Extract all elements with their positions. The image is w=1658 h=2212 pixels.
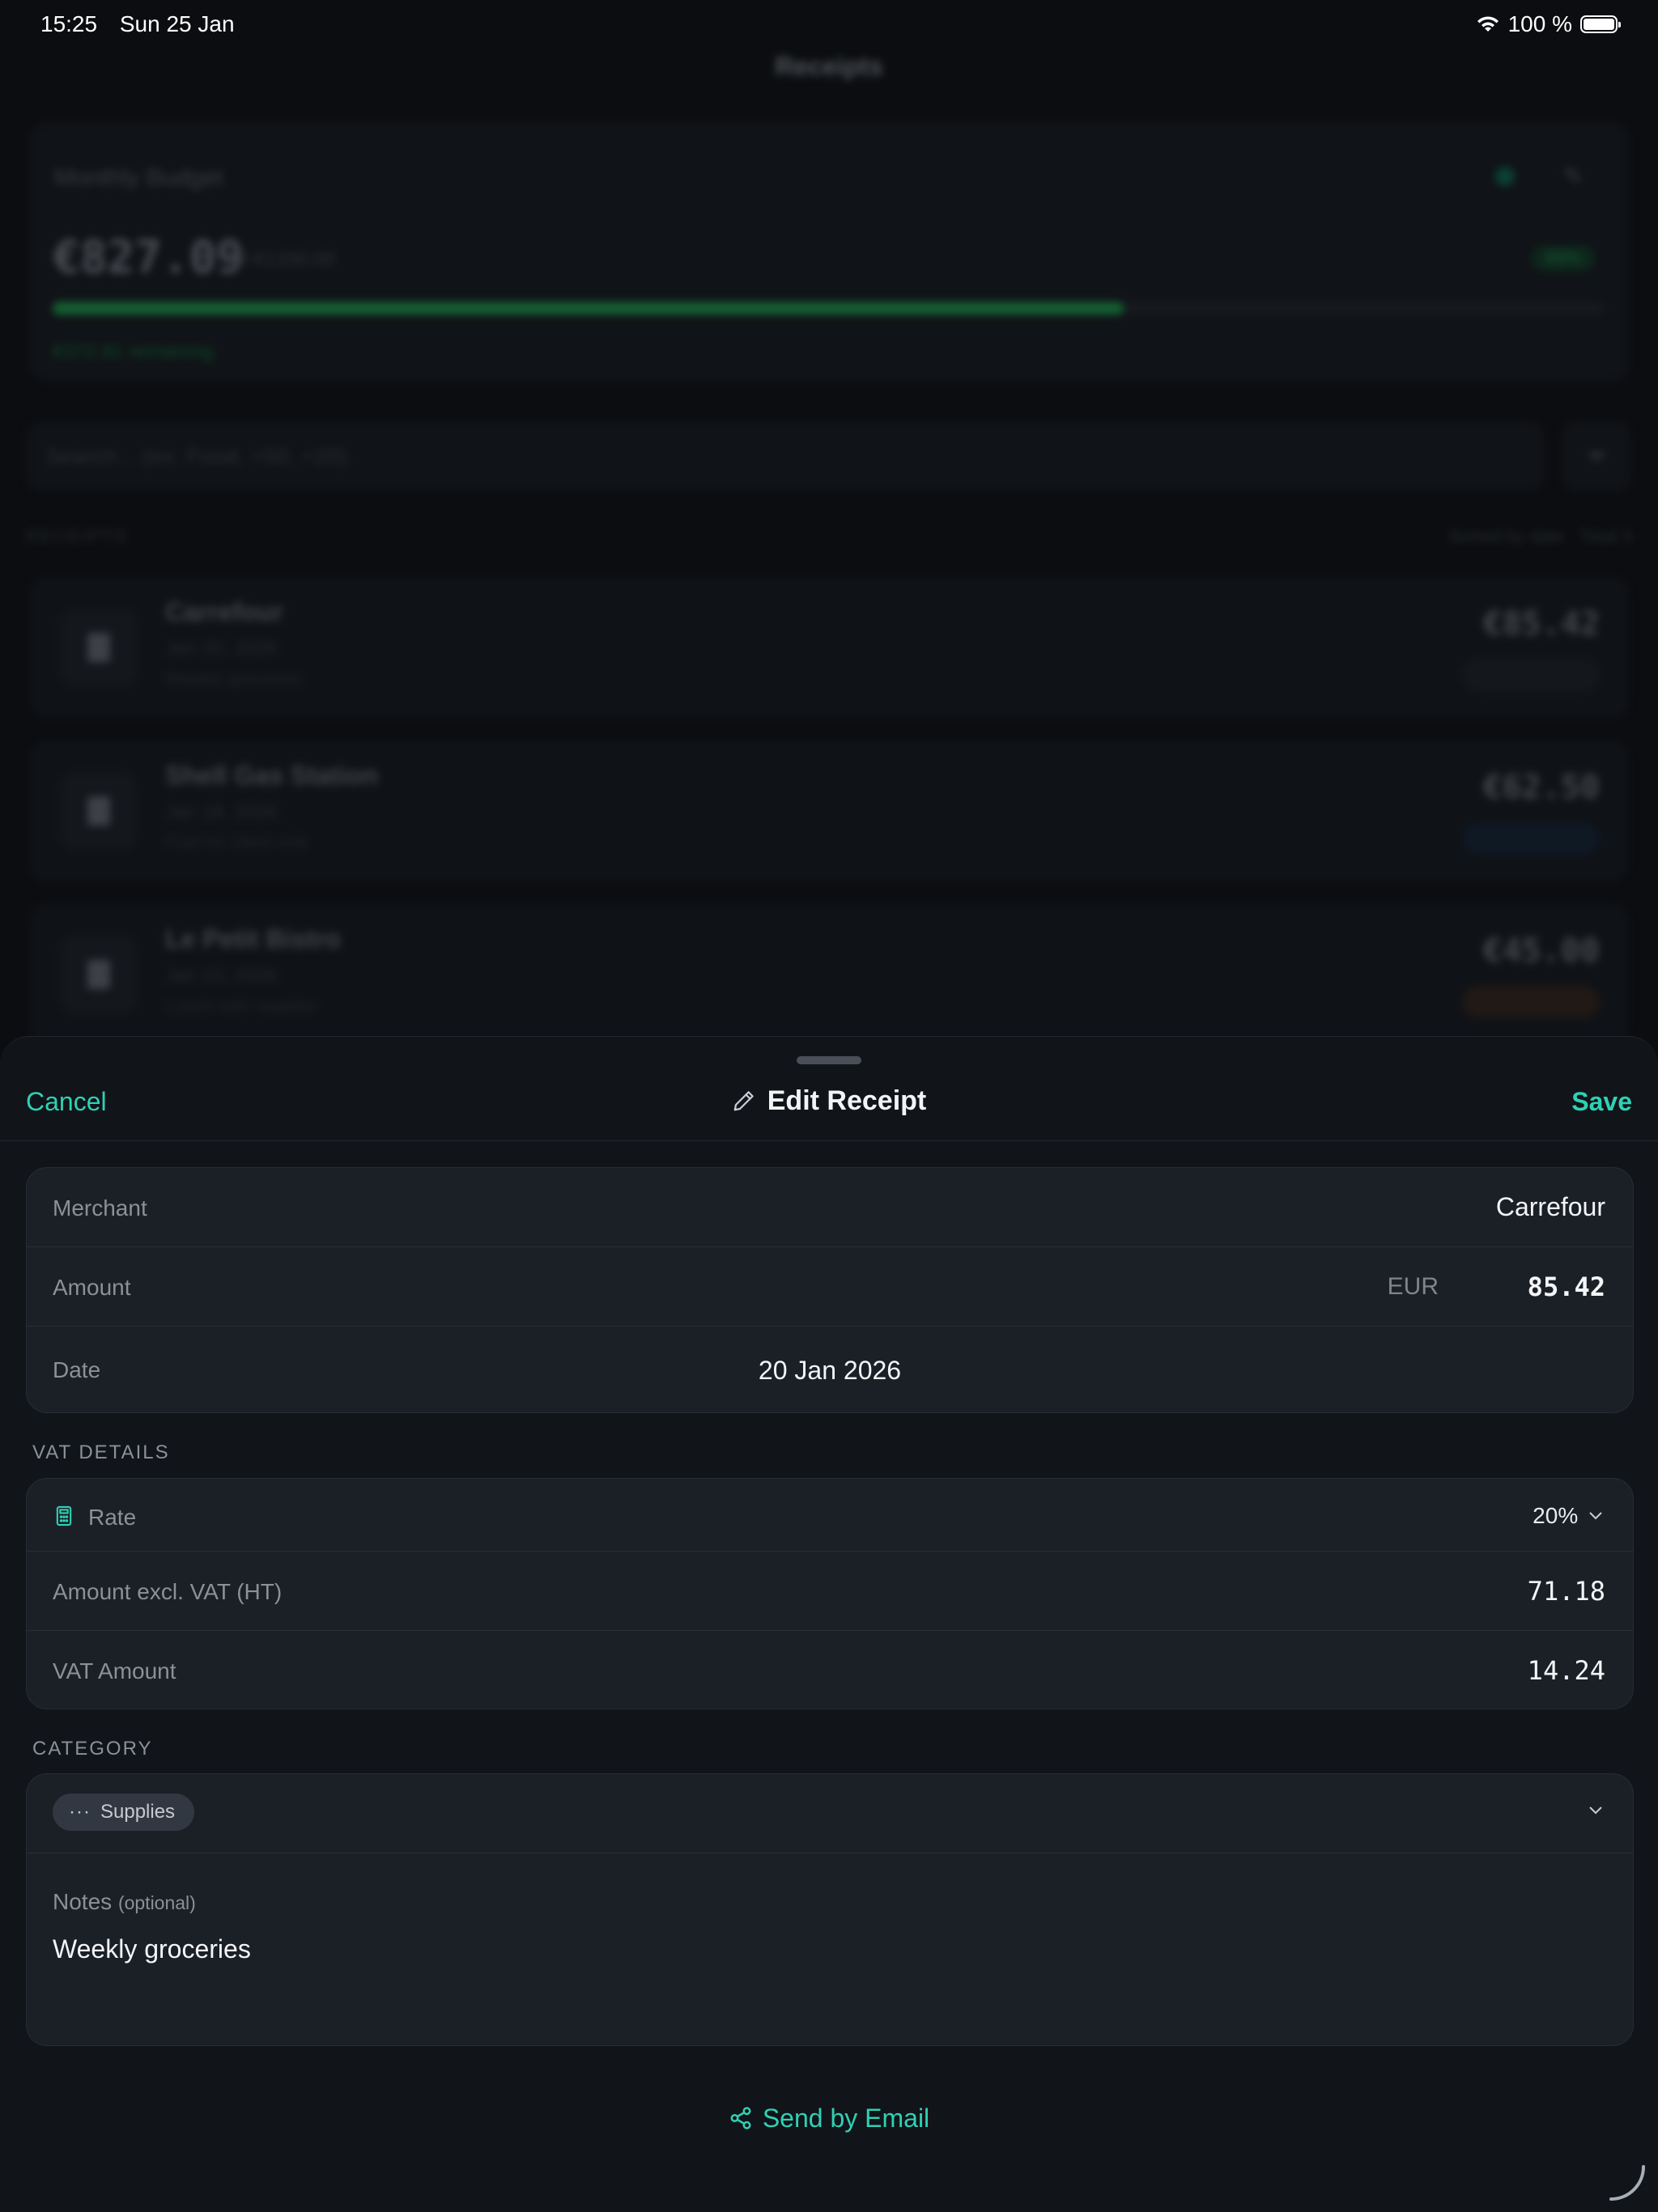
budget-remaining: €372.91 remaining (53, 341, 214, 363)
merchant-row[interactable]: Merchant Carrefour (27, 1168, 1633, 1247)
list-item: Le Petit Bistro Jan 15, 2026 Lunch with … (29, 903, 1629, 1046)
search-input: Search... (ex: Food, >50, <20) (26, 421, 1545, 492)
receipt-thumbnail-icon (60, 772, 138, 850)
budget-amount: €827.09 (53, 231, 244, 284)
filter-icon: ⏷ (1561, 421, 1632, 492)
list-item: Carrefour Jan 20, 2026 Weekly groceries … (29, 576, 1629, 719)
vat-rate-label: Rate (88, 1505, 137, 1530)
vat-amount-value: 14.24 (1527, 1655, 1605, 1686)
vat-amount-label: VAT Amount (53, 1658, 176, 1683)
background-screen: Receipts Monthly Budget ✎ €827.09 of €12… (0, 0, 1658, 1046)
list-item: Shell Gas Station Jan 18, 2026 Fuel for … (29, 740, 1629, 882)
excl-vat-row: Amount excl. VAT (HT) 71.18 (27, 1552, 1633, 1631)
category-chip[interactable]: ··· Supplies (53, 1794, 195, 1831)
vat-rate-select[interactable]: 20% (1533, 1503, 1604, 1529)
send-email-button[interactable]: Send by Email (0, 2104, 1658, 2133)
amount-row: Amount EUR 85.42 (27, 1247, 1633, 1327)
amount-label: Amount (53, 1275, 131, 1300)
excl-vat-value: 71.18 (1527, 1576, 1605, 1607)
category-row[interactable]: ··· Supplies (27, 1774, 1633, 1853)
resize-handle-icon[interactable] (1606, 2162, 1648, 2204)
budget-progress (53, 302, 1605, 315)
category-section-label: CATEGORY (32, 1738, 153, 1760)
budget-total: of €1200.00 (232, 248, 335, 270)
chevron-down-icon (1589, 1807, 1602, 1815)
nav-title: Receipts (775, 52, 883, 81)
pencil-icon (733, 1091, 754, 1111)
amount-field[interactable]: 85.42 (1528, 1272, 1605, 1302)
receipt-details-group: Merchant Carrefour Amount EUR 85.42 Date… (26, 1167, 1634, 1413)
receipt-thumbnail-icon (60, 936, 138, 1013)
vat-details-group: Rate 20% Amount excl. VAT (HT) 71.18 VAT… (26, 1478, 1634, 1709)
budget-status-icon (1495, 167, 1515, 186)
budget-percent: 69% (1531, 245, 1596, 271)
merchant-label: Merchant (53, 1195, 147, 1221)
edit-receipt-sheet: Cancel Edit Receipt Save Merchant Carref… (0, 1036, 1658, 2212)
excl-vat-label: Amount excl. VAT (HT) (53, 1579, 283, 1604)
notes-textarea[interactable]: Weekly groceries (53, 1934, 251, 1964)
calculator-icon (56, 1505, 72, 1526)
date-picker[interactable]: 20 Jan 2026 (27, 1356, 1633, 1386)
vat-section-label: VAT DETAILS (32, 1441, 170, 1463)
save-button[interactable]: Save (1571, 1087, 1632, 1117)
sheet-title: Edit Receipt (0, 1085, 1658, 1117)
currency-selector[interactable]: EUR (1388, 1273, 1439, 1301)
section-meta: Sorted by date · Total 3 (1448, 526, 1632, 546)
merchant-field[interactable]: Carrefour (1496, 1192, 1605, 1222)
receipt-thumbnail-icon (60, 609, 138, 686)
notes-label: Notes (optional) (53, 1889, 196, 1914)
category-notes-group: ··· Supplies Notes (optional) Weekly groc… (26, 1773, 1634, 2046)
notes-optional-hint: (optional) (117, 1892, 196, 1913)
chevron-down-icon (1589, 1512, 1602, 1520)
budget-label: Monthly Budget (54, 164, 223, 191)
pencil-icon: ✎ (1563, 163, 1584, 190)
vat-amount-row: VAT Amount 14.24 (27, 1631, 1633, 1709)
budget-card: Monthly Budget ✎ €827.09 of €1200.00 69%… (29, 121, 1629, 382)
sheet-header: Cancel Edit Receipt Save (0, 1037, 1658, 1141)
vat-rate-row[interactable]: Rate 20% (27, 1479, 1633, 1552)
date-row: Date 20 Jan 2026 (27, 1327, 1633, 1412)
section-label: RECEIPTS (26, 526, 129, 546)
share-icon (730, 2107, 751, 2129)
notes-row: Notes (optional) Weekly groceries (27, 1853, 1633, 2045)
more-icon: ··· (69, 1801, 91, 1823)
